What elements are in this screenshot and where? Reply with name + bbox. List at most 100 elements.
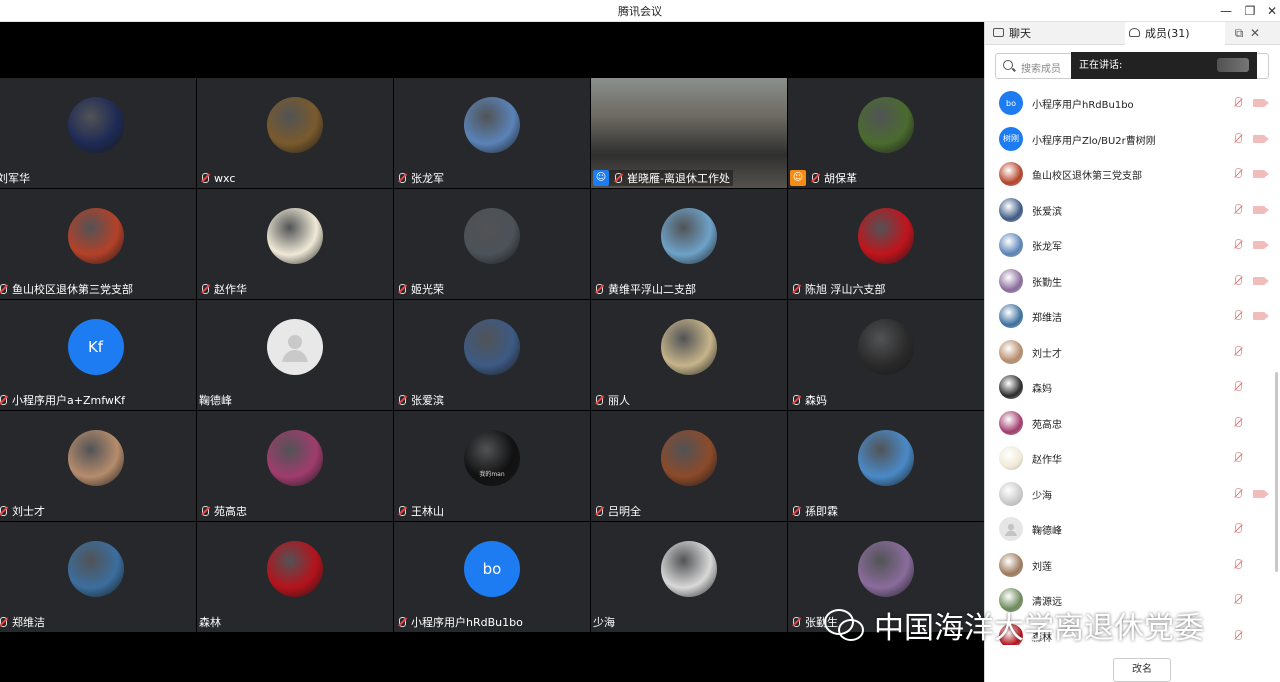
participant-tile[interactable]: ☺ 胡保革 (788, 78, 984, 188)
member-row[interactable]: 树刚 小程序用户Zlo/BU2r曹树刚 (985, 121, 1275, 157)
participant-tile[interactable]: 赵作华 (197, 189, 393, 299)
member-avatar (999, 517, 1023, 541)
member-name: 张爱滨 (1032, 206, 1062, 218)
mic-muted-icon[interactable] (1233, 629, 1243, 642)
member-row[interactable]: 郑维洁 (985, 298, 1275, 334)
participant-name: 苑高忠 (214, 505, 247, 518)
participant-name: 王林山 (411, 505, 444, 518)
camera-off-icon[interactable] (1253, 489, 1269, 498)
participant-tile[interactable]: 吕明全 (591, 411, 787, 521)
mic-muted-icon[interactable] (1233, 132, 1243, 145)
member-row[interactable]: 刘士才 (985, 334, 1275, 370)
member-row[interactable]: 刘莲 (985, 547, 1275, 583)
camera-off-icon[interactable] (1253, 312, 1269, 320)
panel-close-icon[interactable]: ✕ (1247, 25, 1263, 41)
participant-tile[interactable]: 张龙军 (394, 78, 590, 188)
mic-muted-icon[interactable] (1233, 487, 1243, 500)
mic-muted-icon[interactable] (1233, 381, 1243, 393)
member-row[interactable]: 张勤生 (985, 263, 1275, 299)
member-name: 鱼山校区退休第三党支部 (1032, 171, 1142, 182)
member-row[interactable]: 张龙军 (985, 227, 1275, 263)
member-row[interactable]: 少海 (985, 476, 1275, 512)
participant-label: 张爱滨 (396, 392, 444, 408)
camera-off-icon[interactable] (1253, 134, 1269, 143)
participant-tile[interactable]: Kf 小程序用户a+ZmfwKf (0, 300, 196, 410)
member-row[interactable]: bo 小程序用户hRdBu1bo (985, 85, 1275, 121)
participant-tile[interactable]: bo 小程序用户hRdBu1bo (394, 522, 590, 632)
participant-label: 姬光荣 (396, 281, 444, 297)
participant-avatar (267, 97, 323, 153)
host-badge-icon: ☺ (593, 170, 609, 186)
participant-tile[interactable]: ☺ 崔晓雁-离退休工作处 (591, 78, 787, 188)
participant-tile[interactable]: wxc (197, 78, 393, 188)
mic-muted-icon[interactable] (1233, 345, 1243, 358)
member-name: 刘士才 (1032, 348, 1062, 360)
popout-icon[interactable]: ⧉ (1231, 25, 1247, 41)
member-row[interactable]: 森妈 (985, 369, 1275, 405)
mic-muted-icon[interactable] (1233, 523, 1243, 535)
participant-name: 郑维洁 (12, 616, 45, 629)
participant-tile[interactable]: 刘士才 (0, 411, 196, 521)
participant-label: wxc (199, 170, 235, 186)
camera-off-icon[interactable] (1253, 241, 1269, 249)
avatar-caption: 我的man (479, 470, 505, 478)
participant-name: 小程序用户hRdBu1bo (411, 616, 523, 629)
participant-tile[interactable]: 陈旭 浮山六支部 (788, 189, 984, 299)
member-row[interactable]: 苑高忠 (985, 405, 1275, 441)
wechat-watermark: 中国海洋大学离退休党委 (824, 602, 1204, 648)
person-icon (1129, 28, 1140, 37)
window-title: 腾讯会议 (618, 5, 662, 18)
tab-members[interactable]: 成员(31) (1125, 22, 1225, 45)
camera-off-icon[interactable] (1253, 170, 1269, 178)
rename-button[interactable]: 改名 (1113, 658, 1171, 682)
mic-muted-icon[interactable] (1233, 416, 1243, 429)
participant-tile[interactable]: 郑维洁 (0, 522, 196, 632)
close-button[interactable]: ✕ (1261, 1, 1280, 21)
participant-label: 鱼山校区退休第三党支部 (0, 281, 133, 297)
member-list-scrollbar[interactable] (1275, 372, 1278, 572)
camera-off-icon[interactable] (1253, 99, 1269, 107)
participant-tile[interactable]: 孫即霖 (788, 411, 984, 521)
participant-tile[interactable]: 黄维平浮山二支部 (591, 189, 787, 299)
participant-tile[interactable]: 森妈 (788, 300, 984, 410)
member-name: 森妈 (1032, 384, 1052, 395)
participant-tile[interactable]: 我的man 王林山 (394, 411, 590, 521)
participant-tile[interactable]: 姬光荣 (394, 189, 590, 299)
participant-name: 陈旭 浮山六支部 (805, 283, 886, 296)
participant-name: 姬光荣 (411, 283, 444, 296)
mic-muted-icon[interactable] (1233, 168, 1243, 180)
mic-muted-icon[interactable] (1233, 239, 1243, 251)
camera-off-icon[interactable] (1253, 205, 1269, 214)
member-row[interactable]: 鱼山校区退休第三党支部 (985, 156, 1275, 192)
participant-tile[interactable]: 苑高忠 (197, 411, 393, 521)
participant-tile[interactable]: 鞠德峰 (197, 300, 393, 410)
mic-muted-icon (790, 616, 802, 628)
participant-name: 少海 (593, 616, 615, 629)
participant-tile[interactable]: 张爱滨 (394, 300, 590, 410)
participant-tile[interactable]: 鱼山校区退休第三党支部 (0, 189, 196, 299)
mic-muted-icon[interactable] (1233, 558, 1243, 571)
participant-tile[interactable]: 少海 (591, 522, 787, 632)
participant-label: 少海 (593, 614, 615, 630)
minimize-button[interactable]: — (1215, 1, 1237, 21)
member-row[interactable]: 鞠德峰 (985, 511, 1275, 547)
camera-off-icon[interactable] (1253, 276, 1269, 285)
mic-muted-icon[interactable] (1233, 97, 1243, 109)
member-row[interactable]: 张爱滨 (985, 192, 1275, 228)
mic-muted-icon[interactable] (1233, 310, 1243, 322)
participant-avatar (661, 319, 717, 375)
mic-muted-icon[interactable] (1233, 594, 1243, 606)
mic-muted-icon[interactable] (1233, 452, 1243, 464)
tab-members-label: 成员(31) (1145, 27, 1190, 40)
participant-tile[interactable]: 丽人 (591, 300, 787, 410)
mic-muted-icon (790, 283, 802, 295)
participant-tile[interactable]: 刘军华 (0, 78, 196, 188)
member-row[interactable]: 赵作华 (985, 440, 1275, 476)
panel-tabs: 聊天 成员(31) ⧉ ✕ (985, 22, 1280, 45)
restore-button[interactable]: ❐ (1239, 1, 1261, 21)
mic-muted-icon[interactable] (1233, 274, 1243, 287)
member-avatar (999, 446, 1023, 470)
mic-muted-icon[interactable] (1233, 203, 1243, 216)
participant-tile[interactable]: 森林 (197, 522, 393, 632)
tab-chat[interactable]: 聊天 (989, 22, 1119, 45)
